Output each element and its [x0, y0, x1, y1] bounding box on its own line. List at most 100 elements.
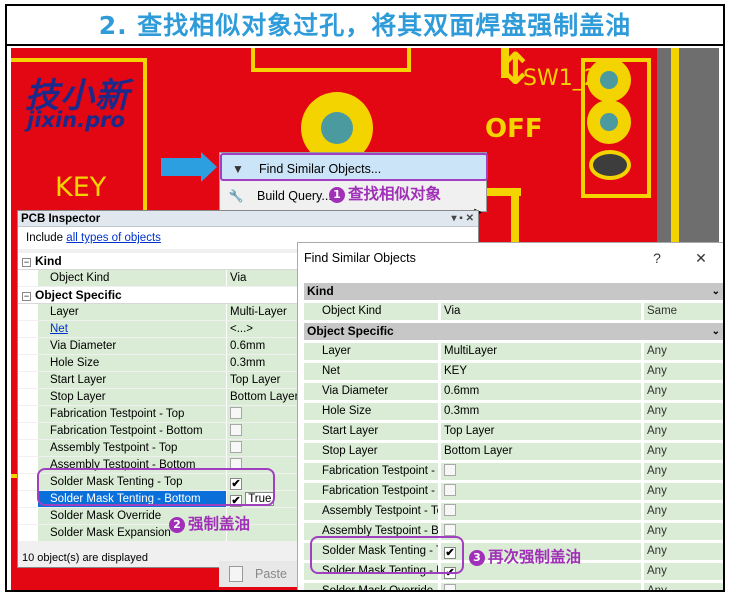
help-button[interactable]: ?	[646, 243, 668, 273]
filter-row: Object Kind Via Same	[304, 303, 723, 320]
filter-value-cell[interactable]	[441, 523, 641, 540]
match-select[interactable]: Any	[644, 503, 723, 520]
filter-value-cell[interactable]	[441, 483, 641, 500]
filter-name: Start Layer	[304, 423, 438, 440]
row-gutter	[18, 406, 38, 422]
row-gutter	[18, 525, 38, 541]
chevron-down-icon[interactable]: ⌄	[712, 323, 720, 340]
checkbox[interactable]	[444, 584, 456, 590]
property-name: Net	[38, 321, 227, 337]
filter-row: Layer MultiLayer Any	[304, 343, 723, 360]
silk-rect	[251, 48, 411, 72]
checkbox[interactable]	[444, 504, 456, 516]
trace	[511, 188, 519, 248]
match-select[interactable]: Any	[644, 583, 723, 590]
filter-value-cell[interactable]: KEY	[441, 363, 641, 380]
filter-value-cell[interactable]: MultiLayer	[441, 343, 641, 360]
filter-name: Stop Layer	[304, 443, 438, 460]
pad-hole	[600, 113, 618, 131]
checkbox[interactable]	[230, 407, 242, 419]
property-name: Object Kind	[38, 270, 227, 286]
match-select[interactable]: Any	[644, 483, 723, 500]
menu-item-find-similar[interactable]: ▼ Find Similar Objects...	[220, 153, 488, 181]
step-text: 查找相似对象	[348, 185, 442, 203]
key-label: KEY	[55, 172, 107, 203]
row-gutter	[18, 474, 38, 490]
switch-label: SW1_2	[523, 66, 598, 91]
match-select[interactable]: Any	[644, 423, 723, 440]
checkbox[interactable]	[444, 464, 456, 476]
filter-name: Solder Mask Override	[304, 583, 438, 590]
switch-pad[interactable]	[589, 150, 631, 180]
wrench-icon: 🔧	[228, 189, 244, 203]
collapse-icon[interactable]: −	[22, 292, 31, 301]
step-2-annotation: 2 强制盖油	[169, 512, 250, 534]
filter-name: Layer	[304, 343, 438, 360]
row-gutter	[18, 457, 38, 473]
filter-name: Net	[304, 363, 438, 380]
checkbox[interactable]	[444, 484, 456, 496]
filter-value: KEY	[444, 365, 468, 377]
include-link[interactable]: all types of objects	[66, 232, 161, 244]
checkbox[interactable]	[444, 524, 456, 536]
match-select[interactable]: Any	[644, 443, 723, 460]
menu-item-label: Find Similar Objects...	[259, 162, 382, 176]
property-value: Via	[230, 272, 247, 284]
logo-domain: jixin.pro	[27, 108, 125, 132]
filter-value-cell[interactable]: 0.3mm	[441, 403, 641, 420]
section-title: Kind	[35, 254, 62, 268]
property-name: Fabrication Testpoint - Top	[38, 406, 227, 422]
match-select[interactable]: Same	[644, 303, 723, 320]
row-gutter	[18, 440, 38, 456]
pointer-arrow-icon	[161, 158, 201, 176]
filter-row: Net KEY Any	[304, 363, 723, 380]
close-button[interactable]: ✕	[690, 243, 712, 273]
pad-hole	[600, 71, 618, 89]
filter-value-cell[interactable]: Top Layer	[441, 423, 641, 440]
property-value: 0.6mm	[230, 340, 266, 352]
filter-row: Assembly Testpoint - Top Any	[304, 503, 723, 520]
filter-value-cell[interactable]: Bottom Layer	[441, 443, 641, 460]
filter-value-cell[interactable]	[441, 463, 641, 480]
paste-button[interactable]: Paste	[219, 561, 299, 587]
clipboard-icon	[229, 566, 243, 582]
filter-name: Assembly Testpoint - Top	[304, 503, 438, 520]
panel-title: PCB Inspector ▾ ▪ ✕	[18, 211, 478, 227]
filter-value-cell[interactable]	[441, 583, 641, 590]
match-select[interactable]: Any	[644, 543, 723, 560]
checkbox[interactable]	[230, 441, 242, 453]
highlight-box	[37, 468, 275, 506]
step-1-annotation: 1 查找相似对象	[329, 182, 441, 204]
match-select[interactable]: Any	[644, 363, 723, 380]
filter-value-cell[interactable]: Via	[441, 303, 641, 320]
updown-arrow-icon: ↕	[497, 48, 534, 95]
match-select[interactable]: Any	[644, 343, 723, 360]
match-select[interactable]: Any	[644, 403, 723, 420]
filter-name: Fabrication Testpoint - B	[304, 483, 438, 500]
checkbox[interactable]	[230, 424, 242, 436]
step-3-annotation: 3 再次强制盖油	[469, 545, 581, 567]
chevron-down-icon[interactable]: ⌄	[712, 283, 720, 300]
filter-name: Fabrication Testpoint - T	[304, 463, 438, 480]
filter-row: Solder Mask Override Any	[304, 583, 723, 590]
filter-value-cell[interactable]	[441, 503, 641, 520]
match-select[interactable]: Any	[644, 523, 723, 540]
match-select[interactable]: Any	[644, 383, 723, 400]
filter-row: Stop Layer Bottom Layer Any	[304, 443, 723, 460]
panel-controls-icon[interactable]: ▾ ▪ ✕	[452, 211, 475, 227]
row-gutter	[18, 338, 38, 354]
section-header[interactable]: Object Specific ⌄	[304, 323, 723, 340]
match-select[interactable]: Any	[644, 563, 723, 580]
pad-hole	[321, 112, 353, 144]
property-value: 0.3mm	[230, 357, 266, 369]
filter-value: Bottom Layer	[444, 445, 513, 457]
off-label: OFF	[485, 114, 543, 144]
property-value: <...>	[230, 323, 254, 335]
match-select[interactable]: Any	[644, 463, 723, 480]
page-title: 2. 查找相似对象过孔，将其双面焊盘强制盖油	[7, 6, 723, 46]
filter-value-cell[interactable]: 0.6mm	[441, 383, 641, 400]
collapse-icon[interactable]: −	[22, 258, 31, 267]
property-name: Assembly Testpoint - Top	[38, 440, 227, 456]
property-value: Multi-Layer	[230, 306, 287, 318]
section-header[interactable]: Kind ⌄	[304, 283, 723, 300]
